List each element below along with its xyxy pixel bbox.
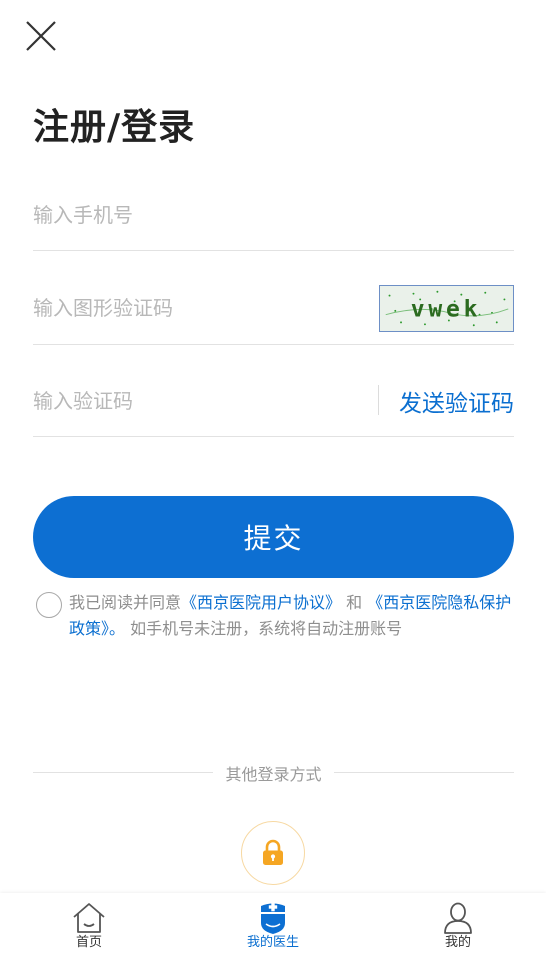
nav-label-home: 首页: [75, 935, 102, 950]
phone-input[interactable]: [33, 195, 514, 235]
doctor-icon: [261, 902, 285, 934]
submit-button[interactable]: 提交: [33, 496, 514, 578]
bottom-nav: 首页 我的医生 我的: [0, 893, 546, 953]
home-icon: [73, 903, 105, 933]
nav-label-my-doctor: 我的医生: [246, 935, 299, 950]
nav-item-my-doctor[interactable]: 我的医生: [213, 893, 333, 953]
captcha-text: vwek: [411, 297, 482, 323]
agreement-prefix: 我已阅读并同意: [69, 593, 182, 612]
verification-code-input[interactable]: [33, 381, 363, 421]
divider: [378, 385, 379, 415]
divider-line: [334, 772, 514, 773]
captcha-input[interactable]: [33, 288, 363, 328]
other-login-divider: 其他登录方式: [33, 760, 514, 784]
other-login-label: 其他登录方式: [225, 765, 322, 784]
agreement-suffix: 如手机号未注册，系统将自动注册账号: [125, 619, 403, 638]
password-login-button[interactable]: [241, 821, 305, 885]
nav-label-mine: 我的: [444, 935, 471, 950]
close-icon: [26, 21, 56, 51]
captcha-graphic: vwek: [385, 290, 509, 327]
agreement-checkbox[interactable]: [36, 592, 62, 618]
close-button[interactable]: [22, 17, 60, 55]
phone-field-row: [33, 193, 514, 251]
nav-item-mine[interactable]: 我的: [398, 893, 518, 953]
captcha-field-row: vwek: [33, 285, 514, 345]
page-title: 注册/登录: [33, 107, 196, 148]
lock-icon: [263, 839, 283, 865]
send-code-button[interactable]: 发送验证码: [399, 384, 514, 418]
captcha-image[interactable]: vwek: [379, 285, 514, 332]
agreement-text: 我已阅读并同意《西京医院用户协议》 和 《西京医院隐私保护政策》。 如手机号未注…: [36, 590, 514, 642]
user-icon: [444, 902, 472, 934]
code-field-row: 发送验证码: [33, 378, 514, 437]
agreement-section: 我已阅读并同意《西京医院用户协议》 和 《西京医院隐私保护政策》。 如手机号未注…: [36, 590, 514, 642]
nav-item-home[interactable]: 首页: [29, 893, 149, 953]
user-agreement-link[interactable]: 《西京医院用户协议》: [181, 593, 341, 612]
agreement-and: 和: [341, 593, 368, 612]
